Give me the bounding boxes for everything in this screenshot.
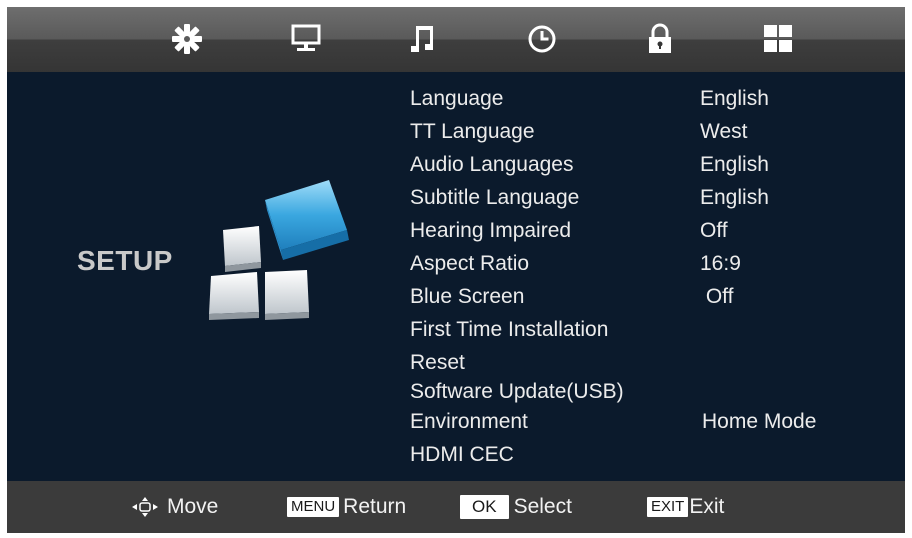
menu-item-hdmi-cec[interactable]: HDMI CEC	[410, 438, 890, 471]
menu-item-label: Audio Languages	[410, 153, 574, 176]
tab-time[interactable]	[524, 21, 560, 57]
menu-item-label: First Time Installation	[410, 318, 609, 341]
tab-picture[interactable]	[169, 21, 205, 57]
menu-item-hearing-impaired[interactable]: Hearing Impaired Off	[410, 214, 890, 247]
menu-item-label: TT Language	[410, 120, 535, 143]
hint-return-label: Return	[343, 495, 407, 518]
setup-menu-list: Language English TT Language West Audio …	[410, 82, 890, 471]
setup-logo-icon	[209, 180, 349, 320]
menu-item-label: Subtitle Language	[410, 186, 580, 209]
menu-item-tt-language[interactable]: TT Language West	[410, 115, 890, 148]
menu-item-value: 16:9	[700, 252, 741, 275]
hint-exit: EXIT Exit	[647, 481, 724, 533]
lock-icon	[649, 23, 671, 53]
menu-item-label: Reset	[410, 351, 465, 374]
tab-setup[interactable]	[760, 21, 796, 57]
hint-move: Move	[131, 481, 218, 533]
exit-key-badge: EXIT	[647, 497, 689, 517]
hint-return: MENU Return	[287, 481, 406, 533]
menu-item-value: Off	[700, 219, 728, 242]
page-title: SETUP	[77, 245, 173, 276]
menu-item-blue-screen[interactable]: Blue Screen Off	[410, 280, 890, 313]
dpad-arrows-icon	[132, 497, 158, 517]
hint-move-label: Move	[167, 495, 219, 518]
menu-item-environment[interactable]: Environment Home Mode	[410, 405, 890, 438]
menu-item-aspect-ratio[interactable]: Aspect Ratio 16:9	[410, 247, 890, 280]
picture-gear-icon	[172, 24, 202, 54]
tab-lock[interactable]	[642, 21, 678, 57]
hint-select: OK Select	[460, 481, 572, 533]
music-note-icon	[411, 26, 433, 52]
menu-item-audio-languages[interactable]: Audio Languages English	[410, 148, 890, 181]
hint-select-label: Select	[513, 495, 572, 518]
menu-item-language[interactable]: Language English	[410, 82, 890, 115]
menu-item-value: English	[700, 87, 769, 110]
menu-item-label: HDMI CEC	[410, 443, 514, 466]
menu-item-value: Off	[700, 285, 734, 308]
menu-item-reset[interactable]: Reset	[410, 346, 890, 379]
menu-item-value: English	[700, 186, 769, 209]
category-tab-bar	[7, 7, 905, 72]
ok-key-badge: OK	[460, 495, 509, 519]
menu-item-first-time-installation[interactable]: First Time Installation	[410, 313, 890, 346]
menu-item-label: Aspect Ratio	[410, 252, 530, 275]
key-hint-bar: Move MENU Return OK Select EXIT Exit	[7, 481, 905, 533]
menu-item-label: Language	[410, 87, 504, 110]
menu-item-label: Software Update(USB)	[410, 380, 624, 403]
menu-item-label: Environment	[410, 410, 528, 433]
tab-sound[interactable]	[406, 21, 442, 57]
hint-exit-label: Exit	[689, 495, 725, 518]
tab-display[interactable]	[288, 21, 324, 57]
menu-key-badge: MENU	[287, 497, 340, 517]
tv-menu-frame: SETUP Language English TT Language West …	[7, 7, 905, 533]
monitor-icon	[291, 24, 321, 51]
menu-item-value: English	[700, 153, 769, 176]
menu-item-value: Home Mode	[702, 410, 817, 433]
menu-item-label: Blue Screen	[410, 285, 525, 308]
clock-icon	[528, 25, 556, 53]
menu-item-value: West	[700, 120, 748, 143]
menu-item-subtitle-language[interactable]: Subtitle Language English	[410, 181, 890, 214]
menu-item-software-update[interactable]: Software Update(USB)	[410, 379, 890, 405]
setup-page: SETUP Language English TT Language West …	[7, 72, 905, 481]
setup-grid-icon	[764, 25, 792, 52]
menu-item-label: Hearing Impaired	[410, 219, 572, 242]
